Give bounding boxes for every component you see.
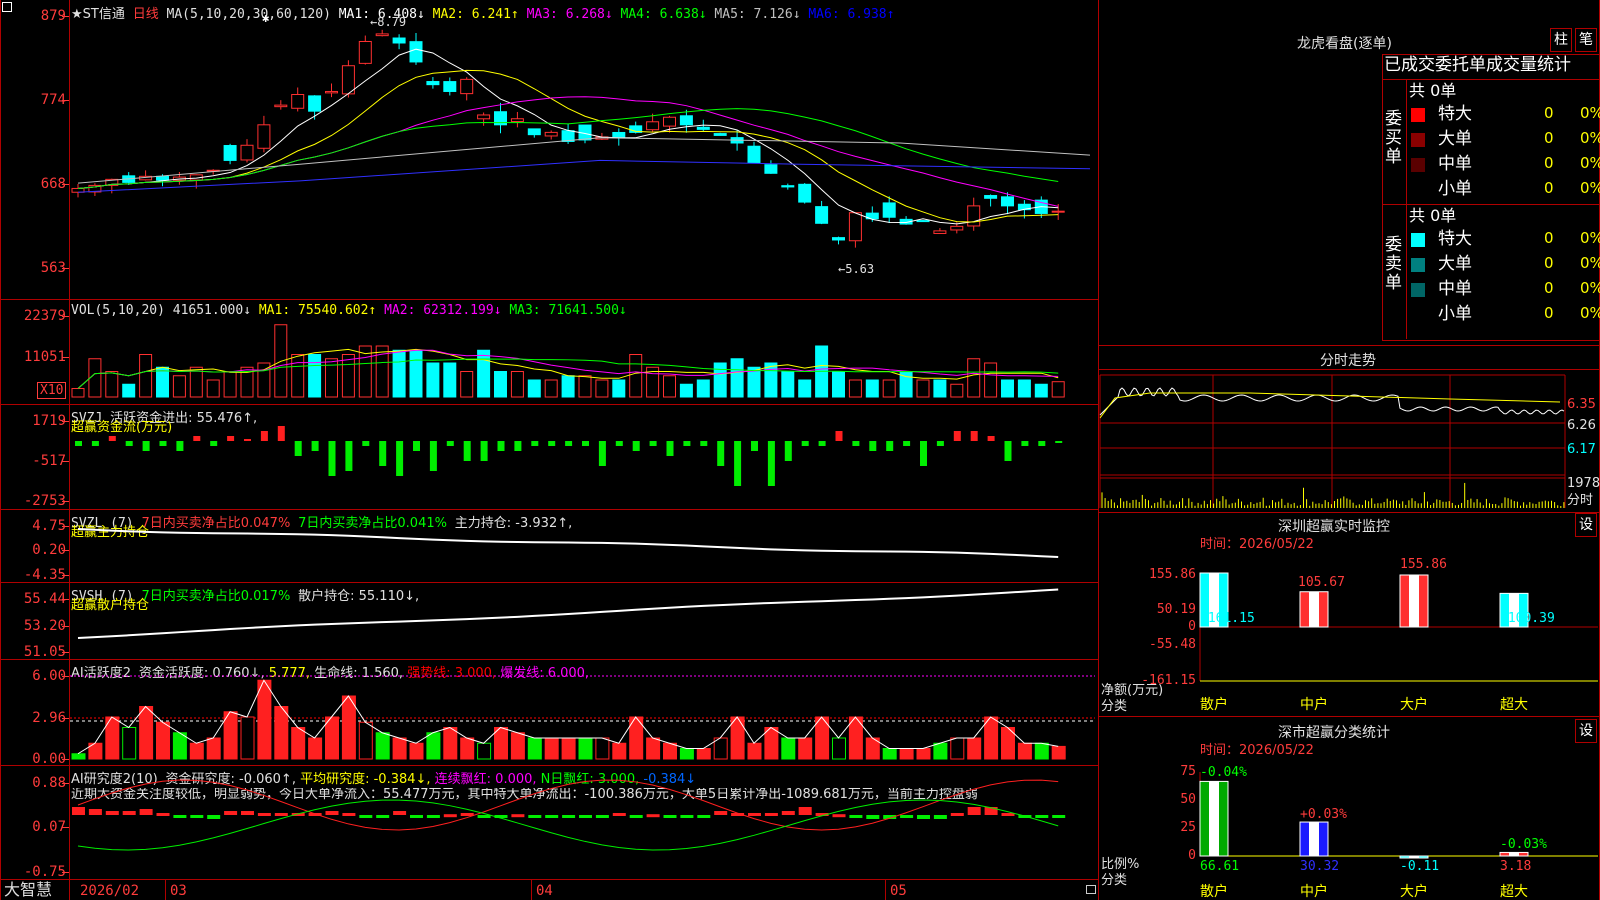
bar-highlight xyxy=(1409,856,1419,858)
bar-value-label: 66.61 xyxy=(1200,859,1240,874)
bar-highlight xyxy=(1509,852,1519,856)
bar-value-label: 3.18 xyxy=(1500,859,1532,874)
bar-change-label: -0.03% xyxy=(1500,837,1547,852)
y-axis-label: 0 xyxy=(1188,848,1196,863)
bar-value-label: 30.32 xyxy=(1300,859,1340,874)
category-label: 大户 xyxy=(1400,884,1428,900)
category-label: 中户 xyxy=(1300,884,1328,900)
category-label: 散户 xyxy=(1200,884,1228,900)
bar-highlight xyxy=(1309,822,1319,856)
bar-value-label: -0.11 xyxy=(1400,859,1440,874)
y-axis-label: 50 xyxy=(1180,792,1196,807)
bar-change-label: +0.03% xyxy=(1300,807,1347,822)
bar-highlight xyxy=(1209,781,1219,856)
y-axis-label: 25 xyxy=(1180,820,1196,835)
bar-change-label: -0.04% xyxy=(1200,765,1247,780)
sz-class-chart[interactable] xyxy=(0,0,1600,900)
category-label: 超大 xyxy=(1500,884,1528,900)
y-axis-label: 75 xyxy=(1180,764,1196,779)
